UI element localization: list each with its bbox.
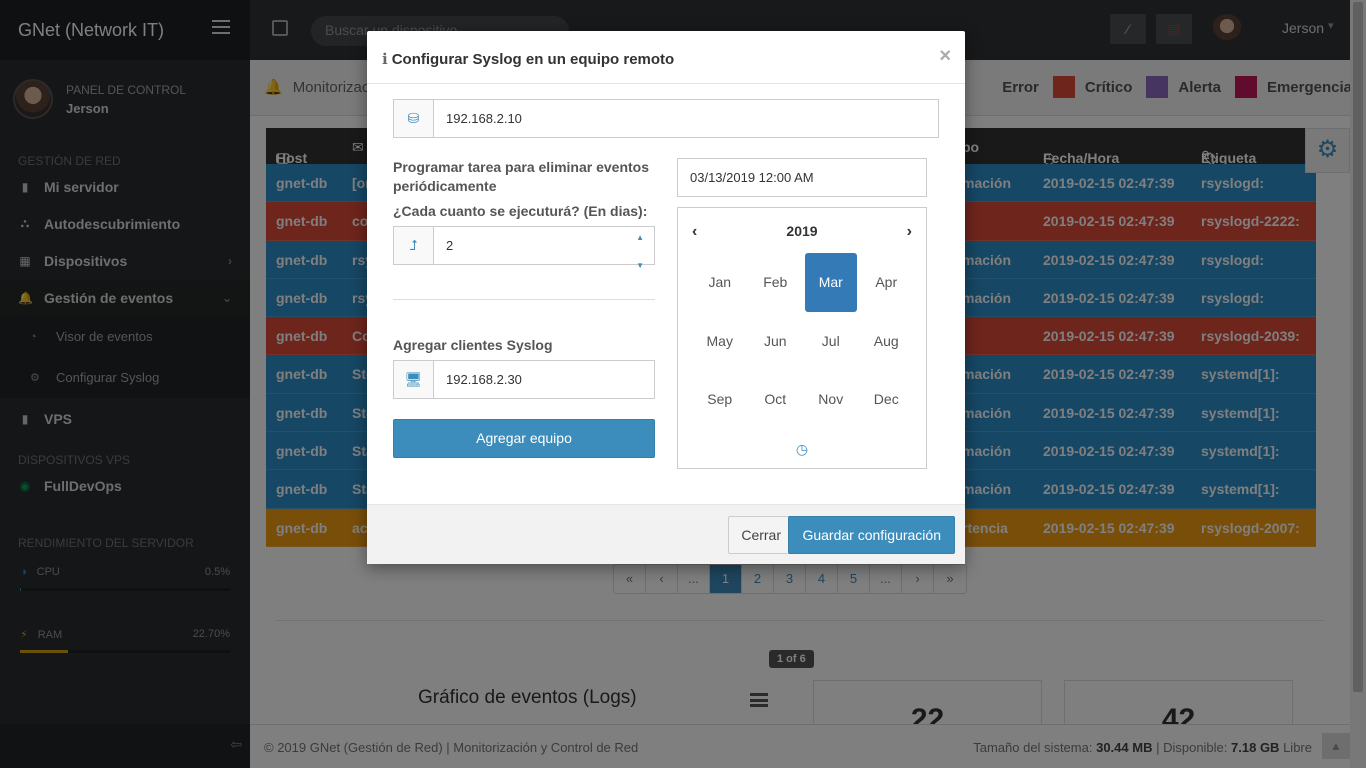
- calendar-month[interactable]: Sep: [694, 370, 746, 429]
- divider: [393, 299, 655, 300]
- calendar-months: Jan Feb Mar Apr May Jun Jul Aug Sep Oct Nov Dec: [692, 253, 914, 429]
- datetime-input[interactable]: 03/13/2019 12:00 AM: [677, 158, 927, 197]
- modal-footer: Cerrar Guardar configuración: [367, 504, 965, 564]
- calendar-month[interactable]: Aug: [861, 312, 913, 371]
- calendar-month[interactable]: Jul: [805, 312, 857, 371]
- calendar-month[interactable]: Jun: [750, 312, 802, 371]
- database-icon: ⛁: [394, 100, 434, 137]
- calendar-month[interactable]: Feb: [750, 253, 802, 312]
- close-icon[interactable]: ×: [939, 45, 951, 68]
- desktop-icon: 🖥: [394, 361, 434, 398]
- server-ip-input[interactable]: 192.168.2.10: [434, 100, 938, 137]
- clients-label: Agregar clientes Syslog: [393, 337, 553, 353]
- calendar-month[interactable]: Oct: [750, 370, 802, 429]
- calendar-month[interactable]: Apr: [861, 253, 913, 312]
- modal-header: ℹ Configurar Syslog en un equipo remoto ×: [367, 31, 965, 84]
- close-button[interactable]: Cerrar: [728, 516, 794, 554]
- interval-group: ⮥ 2 ▲ ▼: [393, 226, 655, 270]
- schedule-label: Programar tarea para eliminar eventos pe…: [393, 159, 650, 194]
- save-config-button[interactable]: Guardar configuración: [788, 516, 955, 554]
- interval-label: ¿Cada cuanto se ejecuturá? (En dias):: [393, 203, 648, 219]
- add-client-button[interactable]: Agregar equipo: [393, 419, 655, 458]
- level-up-icon: ⮥: [394, 227, 434, 264]
- info-icon: ℹ: [382, 51, 388, 68]
- calendar-month[interactable]: Mar: [805, 253, 857, 312]
- calendar-next-button[interactable]: ›: [907, 223, 912, 241]
- calendar-month[interactable]: May: [694, 312, 746, 371]
- calendar-month[interactable]: Nov: [805, 370, 857, 429]
- calendar-year[interactable]: 2019: [678, 223, 926, 239]
- calendar-month[interactable]: Dec: [861, 370, 913, 429]
- calendar-month[interactable]: Jan: [694, 253, 746, 312]
- client-ip-group: 🖥 192.168.2.30: [393, 360, 655, 399]
- interval-input[interactable]: 2: [434, 227, 654, 264]
- modal-title: Configurar Syslog en un equipo remoto: [391, 51, 675, 68]
- syslog-modal: ℹ Configurar Syslog en un equipo remoto ×…: [367, 31, 965, 564]
- datetime-picker: ‹ 2019 › Jan Feb Mar Apr May Jun Jul Aug Sep Oct N…: [677, 207, 927, 469]
- server-ip-group: ⛁ 192.168.2.10: [393, 99, 939, 138]
- number-spinner[interactable]: ▲ ▼: [636, 231, 644, 273]
- client-ip-input[interactable]: 192.168.2.30: [434, 361, 654, 398]
- clock-icon[interactable]: ◷: [678, 441, 926, 458]
